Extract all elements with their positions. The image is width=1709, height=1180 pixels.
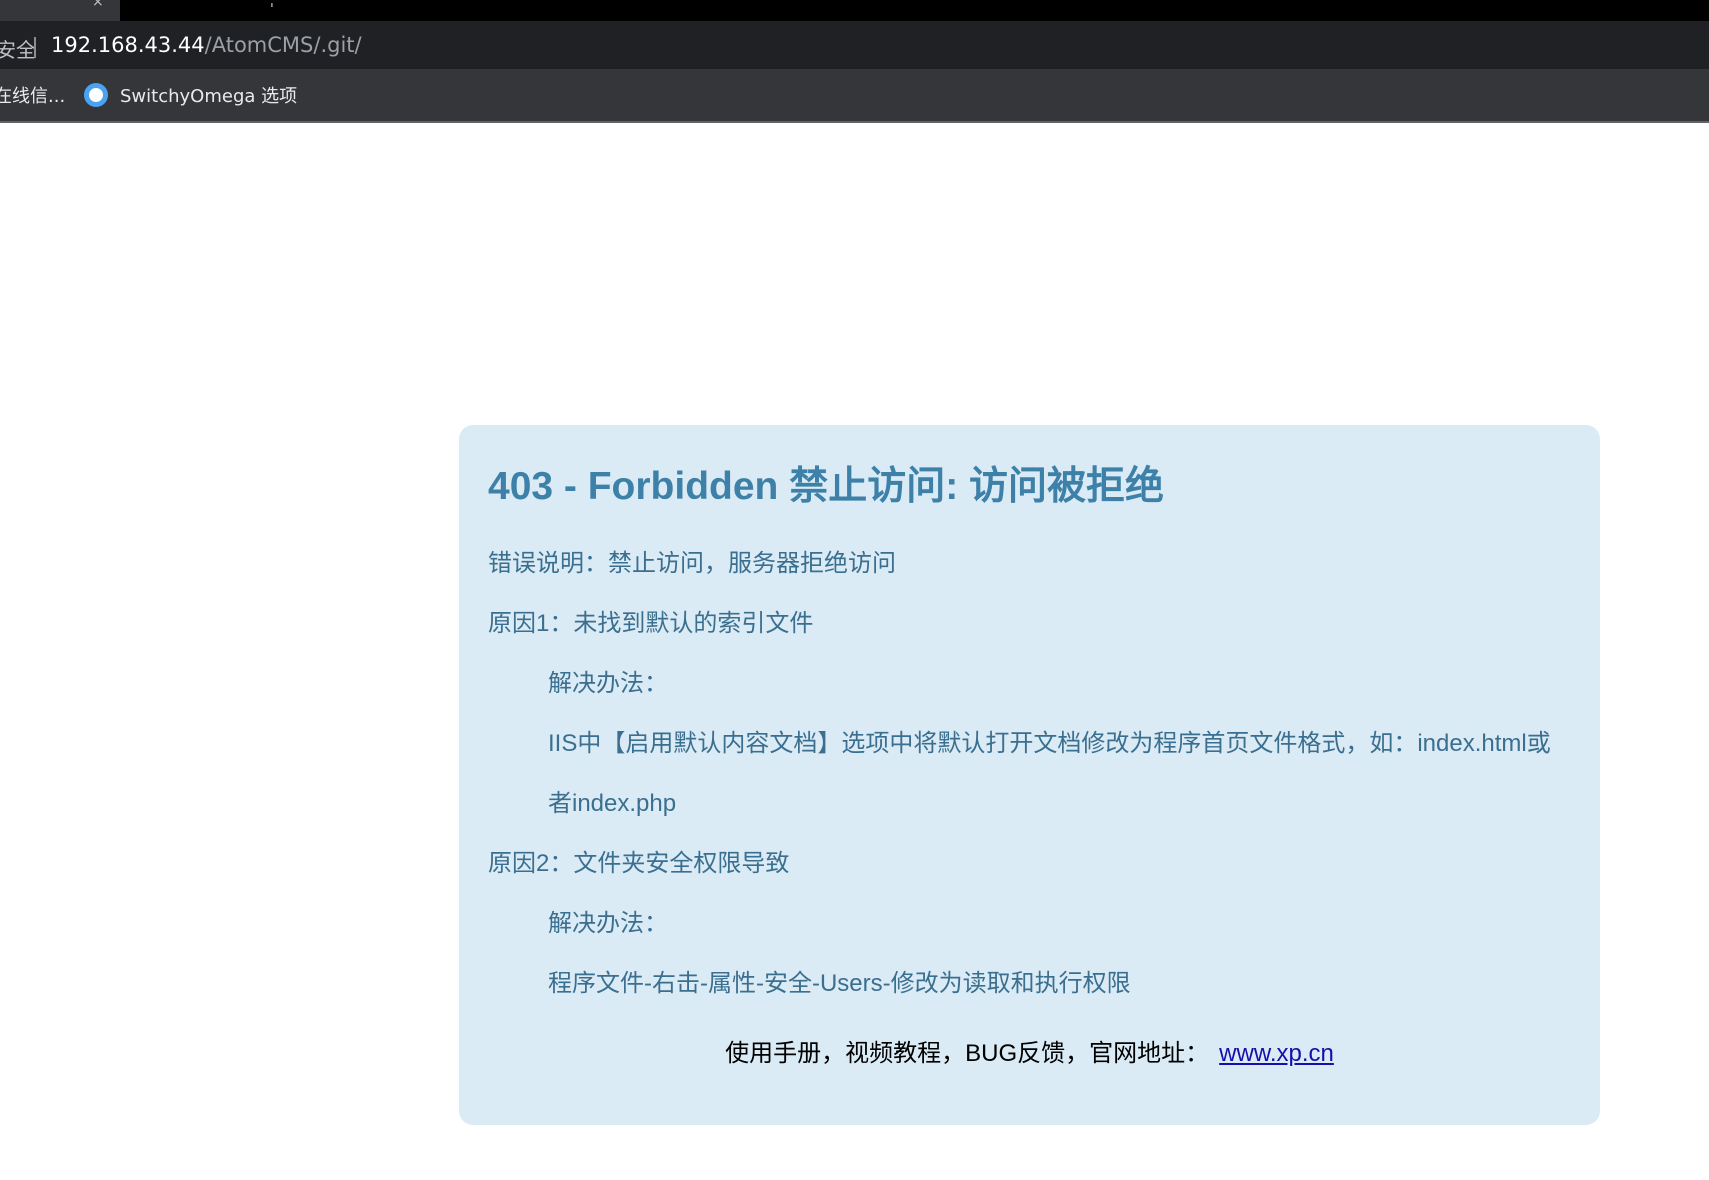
solution-text-1-cont: 者index.php [548,790,677,817]
error-description: 错误说明：禁止访问，服务器拒绝访问 [488,550,896,577]
page-title: 403 - Forbidden 禁止访问: 访问被拒绝 [488,465,1165,508]
tab-close-icon[interactable]: × [92,0,104,10]
switchyomega-circle-icon [84,83,108,107]
browser-tab[interactable]: × [0,0,120,21]
error-panel: 403 - Forbidden 禁止访问: 访问被拒绝 错误说明：禁止访问，服务… [459,425,1600,1125]
tab-strip: × ˌ [0,0,1709,21]
solution-text-2: 程序文件-右击-属性-安全-Users-修改为读取和执行权限 [548,970,1131,997]
bookmark-item[interactable]: 在线信... [0,69,65,121]
tab-favicon-icon: ˌ [270,0,274,9]
address-divider [34,37,36,58]
solution-text-1: IIS中【启用默认内容文档】选项中将默认打开文档修改为程序首页文件格式，如：in… [548,730,1551,757]
url-path: /AtomCMS/.git/ [204,33,362,57]
bookmark-label: SwitchyOmega 选项 [120,86,298,107]
bookmark-label: 在线信... [0,86,66,107]
url-text[interactable]: 192.168.43.44/AtomCMS/.git/ [51,33,362,57]
bookmark-switchyomega[interactable]: SwitchyOmega 选项 [84,69,297,121]
official-site-link[interactable]: www.xp.cn [1219,1040,1334,1067]
solution-label-1: 解决办法： [548,670,668,697]
footer-text: 使用手册，视频教程，BUG反馈，官网地址： [725,1040,1210,1067]
reason-2: 原因2：文件夹安全权限导致 [488,850,790,877]
url-host: 192.168.43.44 [51,33,205,57]
solution-label-2: 解决办法： [548,910,668,937]
address-bar[interactable]: 安全 192.168.43.44/AtomCMS/.git/ [0,21,1709,69]
bookmarks-bar: 在线信... SwitchyOmega 选项 [0,69,1709,123]
browser-tab-active[interactable]: ˌ [120,0,1709,21]
security-indicator[interactable]: 安全 [0,34,36,63]
footer: 使用手册，视频教程，BUG反馈，官网地址： www.xp.cn [459,1033,1600,1068]
reason-1: 原因1：未找到默认的索引文件 [488,610,814,637]
